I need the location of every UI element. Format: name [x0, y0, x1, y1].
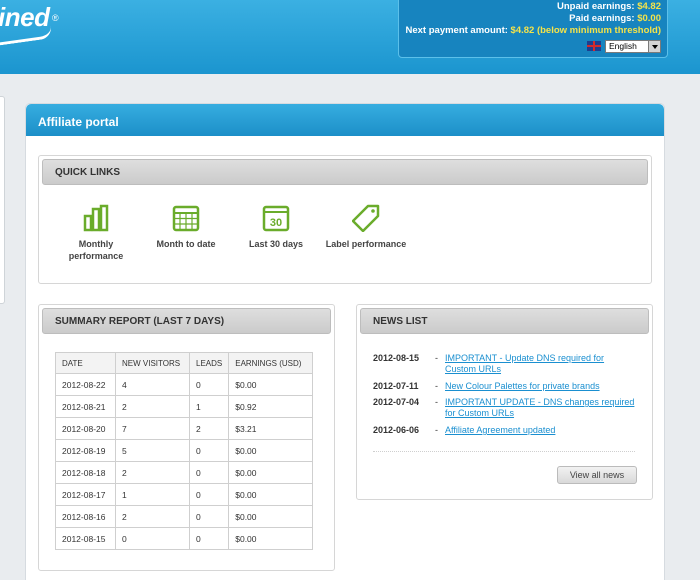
- language-selected-value: English: [609, 41, 637, 51]
- quick-link-label: Month to date: [156, 239, 216, 249]
- top-header: ined ® Unpaid earnings: $4.82 Paid earni…: [0, 0, 700, 74]
- cell-earnings: $0.00: [228, 505, 314, 528]
- cell-earnings: $0.00: [228, 373, 314, 396]
- news-date: 2012-07-11: [373, 381, 419, 391]
- cell-leads: 0: [188, 461, 230, 484]
- quick-links-panel: QUICK LINKS Monthly performance Month to…: [38, 155, 652, 284]
- quick-link-label: Label performance: [325, 239, 407, 249]
- cell-date: 2012-08-20: [55, 417, 116, 440]
- paid-earnings-label: Paid earnings:: [569, 13, 635, 24]
- cell-date: 2012-08-18: [55, 461, 116, 484]
- cell-leads: 0: [188, 527, 230, 550]
- quick-link-label: Last 30 days: [248, 239, 304, 249]
- cell-leads: 0: [188, 505, 230, 528]
- next-payment: Next payment amount: $4.82 (below minimu…: [399, 25, 662, 37]
- cell-earnings: $3.21: [228, 417, 314, 440]
- cell-earnings: $0.00: [228, 483, 314, 506]
- summary-table: DATE NEW VISITORS LEADS EARNINGS (USD) 2…: [55, 352, 314, 550]
- cell-new-visitors: 1: [115, 483, 190, 506]
- cell-new-visitors: 2: [115, 461, 190, 484]
- quick-links-title: QUICK LINKS: [42, 159, 648, 185]
- cell-date: 2012-08-15: [55, 527, 116, 550]
- col-leads: LEADS: [188, 352, 230, 374]
- news-item: 2012-07-11 - New Colour Palettes for pri…: [373, 381, 635, 392]
- earnings-summary: Unpaid earnings: $4.82 Paid earnings: $0…: [398, 0, 668, 58]
- portal-title: Affiliate portal: [26, 104, 664, 136]
- col-new-visitors: NEW VISITORS: [115, 352, 190, 374]
- left-sidebar-edge: [0, 96, 5, 304]
- table-row: 2012-08-20 7 2 $3.21: [55, 417, 314, 440]
- table-row: 2012-08-15 0 0 $0.00: [55, 527, 314, 550]
- news-list-title: NEWS LIST: [360, 308, 649, 334]
- cell-new-visitors: 5: [115, 439, 190, 462]
- news-divider: [373, 451, 635, 452]
- news-date: 2012-06-06: [373, 425, 420, 435]
- cell-new-visitors: 2: [115, 505, 190, 528]
- quick-link-label-performance[interactable]: Label performance: [321, 204, 411, 250]
- summary-report-panel: SUMMARY REPORT (LAST 7 DAYS) DATE NEW VI…: [38, 304, 335, 571]
- news-date: 2012-08-15: [373, 353, 420, 363]
- news-link[interactable]: New Colour Palettes for private brands: [445, 381, 635, 392]
- tag-icon: [352, 204, 380, 232]
- unpaid-earnings-value: $4.82: [637, 1, 661, 12]
- language-select[interactable]: English: [605, 39, 661, 53]
- calendar-30-icon: 30: [262, 205, 290, 232]
- news-date: 2012-07-04: [373, 397, 420, 407]
- language-row: English: [399, 39, 661, 53]
- next-payment-label: Next payment amount:: [405, 25, 508, 36]
- chevron-down-icon[interactable]: [648, 40, 660, 52]
- bar-chart-icon: [83, 204, 109, 232]
- news-item: 2012-08-15 - IMPORTANT - Update DNS requ…: [373, 353, 635, 375]
- cell-date: 2012-08-22: [55, 373, 116, 396]
- affiliate-portal: Affiliate portal QUICK LINKS Monthly per…: [25, 103, 665, 580]
- cell-new-visitors: 4: [115, 373, 190, 396]
- news-link[interactable]: Affiliate Agreement updated: [445, 425, 635, 436]
- cell-leads: 0: [188, 373, 230, 396]
- news-link[interactable]: IMPORTANT UPDATE - DNS changes required …: [445, 397, 635, 419]
- unpaid-earnings: Unpaid earnings: $4.82: [399, 1, 661, 13]
- quick-link-monthly-performance[interactable]: Monthly performance: [51, 204, 141, 262]
- calendar-badge: 30: [270, 217, 282, 229]
- cell-date: 2012-08-19: [55, 439, 116, 462]
- col-earnings: EARNINGS (USD): [228, 352, 314, 374]
- summary-report-title: SUMMARY REPORT (LAST 7 DAYS): [42, 308, 331, 334]
- table-row: 2012-08-19 5 0 $0.00: [55, 439, 314, 462]
- uk-flag-icon: [587, 41, 601, 51]
- cell-earnings: $0.00: [228, 527, 314, 550]
- quick-link-label: Monthly performance: [68, 239, 124, 261]
- cell-date: 2012-08-21: [55, 395, 116, 418]
- quick-link-last-30-days[interactable]: 30 Last 30 days: [231, 204, 321, 250]
- news-item: 2012-06-06 - Affiliate Agreement updated: [373, 425, 635, 436]
- cell-date: 2012-08-16: [55, 505, 116, 528]
- news-list-panel: NEWS LIST 2012-08-15 - IMPORTANT - Updat…: [356, 304, 653, 500]
- cell-new-visitors: 2: [115, 395, 190, 418]
- cell-leads: 2: [188, 417, 230, 440]
- paid-earnings-value: $0.00: [637, 13, 661, 24]
- cell-leads: 1: [188, 395, 230, 418]
- paid-earnings: Paid earnings: $0.00: [399, 13, 661, 25]
- table-header-row: DATE NEW VISITORS LEADS EARNINGS (USD): [55, 352, 314, 374]
- cell-leads: 0: [188, 483, 230, 506]
- calendar-icon: [172, 205, 200, 232]
- view-all-news-button[interactable]: View all news: [557, 466, 637, 484]
- cell-leads: 0: [188, 439, 230, 462]
- unpaid-earnings-label: Unpaid earnings:: [556, 1, 635, 12]
- news-link[interactable]: IMPORTANT - Update DNS required for Cust…: [445, 353, 635, 375]
- col-date: DATE: [55, 352, 116, 374]
- cell-earnings: $0.92: [228, 395, 314, 418]
- cell-new-visitors: 0: [115, 527, 190, 550]
- table-row: 2012-08-22 4 0 $0.00: [55, 373, 314, 396]
- table-row: 2012-08-16 2 0 $0.00: [55, 505, 314, 528]
- table-row: 2012-08-21 2 1 $0.92: [55, 395, 314, 418]
- next-payment-value: $4.82 (below minimum threshold): [510, 25, 661, 36]
- registered-mark: ®: [52, 13, 59, 23]
- table-row: 2012-08-18 2 0 $0.00: [55, 461, 314, 484]
- cell-date: 2012-08-17: [55, 483, 116, 506]
- quick-link-month-to-date[interactable]: Month to date: [141, 204, 231, 250]
- cell-new-visitors: 7: [115, 417, 190, 440]
- cell-earnings: $0.00: [228, 439, 314, 462]
- cell-earnings: $0.00: [228, 461, 314, 484]
- table-row: 2012-08-17 1 0 $0.00: [55, 483, 314, 506]
- news-item: 2012-07-04 - IMPORTANT UPDATE - DNS chan…: [373, 397, 635, 419]
